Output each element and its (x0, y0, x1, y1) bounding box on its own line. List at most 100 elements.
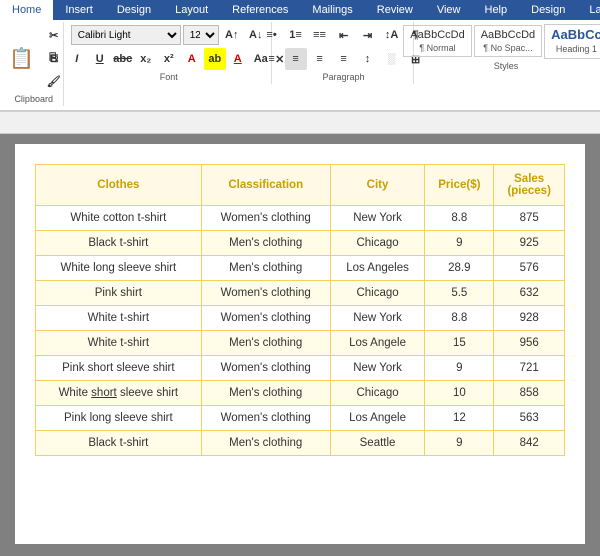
table-row: White short sleeve shirt Men's clothing … (36, 381, 565, 406)
text-effects-button[interactable]: A (181, 48, 203, 70)
cell-city: New York (330, 206, 425, 231)
table-row: White cotton t-shirt Women's clothing Ne… (36, 206, 565, 231)
style-normal-button[interactable]: AaBbCcDd ¶ Normal (403, 25, 471, 57)
ribbon-tab-bar: Home Insert Design Layout References Mai… (0, 0, 600, 20)
font-group: Calibri Light 12 A↑ A↓ B I U abc x₂ x² A… (66, 22, 272, 84)
table-row: Pink short sleeve shirt Women's clothing… (36, 356, 565, 381)
justify-button[interactable]: ≡ (333, 48, 355, 70)
font-color-button[interactable]: A (227, 48, 249, 70)
cell-sales: 875 (494, 206, 565, 231)
font-row2: B I U abc x₂ x² A ab A Aa ✕A (43, 48, 295, 70)
cell-sales: 842 (494, 431, 565, 456)
paste-button[interactable]: 📋 (3, 39, 41, 77)
cell-classification: Men's clothing (201, 256, 330, 281)
tab-layout2[interactable]: Layout (577, 0, 600, 20)
ribbon-content: 📋 ✂ ⎘ 🖌 Clipboard Calibri Light 12 A↑ A↓ (0, 20, 600, 111)
tab-insert[interactable]: Insert (53, 0, 105, 20)
clipboard-label: Clipboard (14, 94, 53, 104)
table-row: Black t-shirt Men's clothing Seattle 9 8… (36, 431, 565, 456)
font-group-label: Font (160, 72, 178, 82)
tab-references[interactable]: References (220, 0, 300, 20)
cell-city: Los Angeles (330, 256, 425, 281)
cell-city: Seattle (330, 431, 425, 456)
tab-design2[interactable]: Design (519, 0, 577, 20)
cell-price: 12 (425, 406, 494, 431)
tab-home[interactable]: Home (0, 0, 53, 20)
font-family-select[interactable]: Calibri Light (71, 25, 181, 45)
tab-review[interactable]: Review (365, 0, 425, 20)
align-left-button[interactable]: ≡ (261, 48, 283, 70)
para-row1: ≡• 1≡ ≡≡ ⇤ ⇥ ↕A ¶ (261, 24, 427, 46)
styles-group: AaBbCcDd ¶ Normal AaBbCcDd ¶ No Spac... … (416, 22, 596, 73)
cell-classification: Men's clothing (201, 231, 330, 256)
subscript-button[interactable]: x₂ (135, 48, 157, 70)
styles-label: Styles (494, 61, 519, 71)
cell-classification: Women's clothing (201, 206, 330, 231)
tab-layout[interactable]: Layout (163, 0, 220, 20)
cell-classification: Women's clothing (201, 306, 330, 331)
header-sales: Sales(pieces) (494, 165, 565, 206)
cell-classification: Women's clothing (201, 356, 330, 381)
highlight-button[interactable]: ab (204, 48, 226, 70)
align-center-button[interactable]: ≡ (285, 48, 307, 70)
cell-clothes: Pink long sleeve shirt (36, 406, 202, 431)
tab-mailings[interactable]: Mailings (300, 0, 364, 20)
table-row: Black t-shirt Men's clothing Chicago 9 9… (36, 231, 565, 256)
bold-button[interactable]: B (43, 48, 65, 70)
cell-price: 28.9 (425, 256, 494, 281)
style-nospace-button[interactable]: AaBbCcDd ¶ No Spac... (474, 25, 542, 57)
para-row2: ≡ ≡ ≡ ≡ ↕ ░ ⊞ (261, 48, 427, 70)
cell-price: 5.5 (425, 281, 494, 306)
table-row: Pink long sleeve shirt Women's clothing … (36, 406, 565, 431)
cut-button[interactable]: ✂ (43, 24, 65, 46)
header-price: Price($) (425, 165, 494, 206)
underline-button[interactable]: U (89, 48, 111, 70)
tab-view[interactable]: View (425, 0, 473, 20)
tab-help[interactable]: Help (473, 0, 520, 20)
increase-indent-button[interactable]: ⇥ (357, 24, 379, 46)
cell-city: Los Angele (330, 406, 425, 431)
cell-clothes: White t-shirt (36, 331, 202, 356)
cell-clothes: White t-shirt (36, 306, 202, 331)
paragraph-label: Paragraph (323, 72, 365, 82)
numbering-button[interactable]: 1≡ (285, 24, 307, 46)
cell-price: 8.8 (425, 306, 494, 331)
cell-city: Chicago (330, 381, 425, 406)
cell-price: 9 (425, 356, 494, 381)
decrease-indent-button[interactable]: ⇤ (333, 24, 355, 46)
superscript-button[interactable]: x² (158, 48, 180, 70)
cell-city: Los Angele (330, 331, 425, 356)
cell-city: Chicago (330, 281, 425, 306)
cell-city: New York (330, 356, 425, 381)
clothes-table: Clothes Classification City Price($) Sal… (35, 164, 565, 456)
grow-font-button[interactable]: A↑ (221, 24, 243, 46)
line-spacing-button[interactable]: ↕ (357, 48, 379, 70)
cell-classification: Men's clothing (201, 381, 330, 406)
cell-city: New York (330, 306, 425, 331)
strikethrough-button[interactable]: abc (112, 48, 134, 70)
italic-button[interactable]: I (66, 48, 88, 70)
align-right-button[interactable]: ≡ (309, 48, 331, 70)
cell-classification: Men's clothing (201, 431, 330, 456)
cell-clothes: Black t-shirt (36, 231, 202, 256)
table-row: White t-shirt Men's clothing Los Angele … (36, 331, 565, 356)
header-classification: Classification (201, 165, 330, 206)
cell-clothes: Black t-shirt (36, 431, 202, 456)
shading-button[interactable]: ░ (381, 48, 403, 70)
cell-clothes: Pink shirt (36, 281, 202, 306)
cell-city: Chicago (330, 231, 425, 256)
tab-design[interactable]: Design (105, 0, 163, 20)
cell-sales: 721 (494, 356, 565, 381)
cell-clothes: Pink short sleeve shirt (36, 356, 202, 381)
sort-button[interactable]: ↕A (381, 24, 403, 46)
document-page: Clothes Classification City Price($) Sal… (15, 144, 585, 544)
cell-sales: 563 (494, 406, 565, 431)
format-painter-button[interactable]: 🖌 (43, 70, 65, 92)
ruler (0, 112, 600, 134)
font-size-select[interactable]: 12 (183, 25, 219, 45)
style-h1-button[interactable]: AaBbCc Heading 1 (544, 24, 600, 59)
bullets-button[interactable]: ≡• (261, 24, 283, 46)
table-header-row: Clothes Classification City Price($) Sal… (36, 165, 565, 206)
cell-sales: 576 (494, 256, 565, 281)
multilevel-button[interactable]: ≡≡ (309, 24, 331, 46)
